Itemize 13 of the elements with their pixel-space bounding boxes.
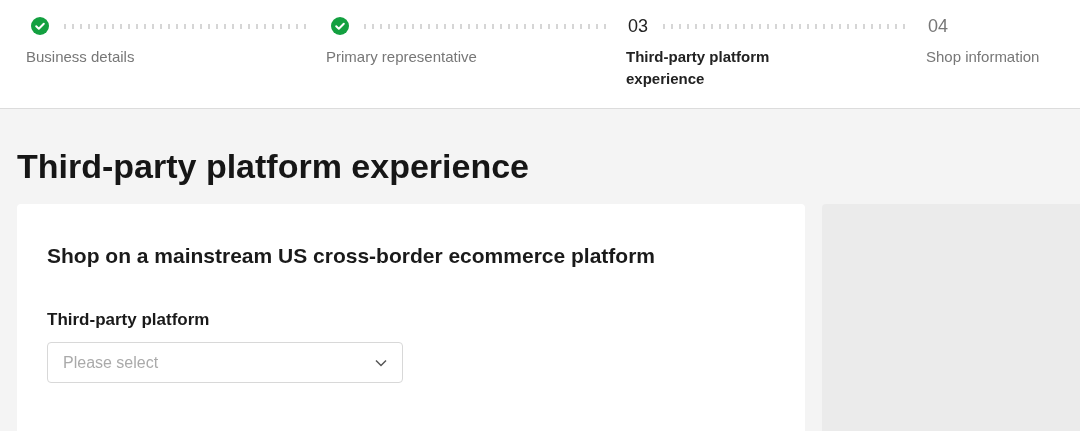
field-label: Third-party platform [47, 310, 211, 330]
step-number: 03 [628, 15, 649, 37]
platform-select[interactable]: Please select [47, 342, 403, 383]
page-title: Third-party platform experience [16, 146, 529, 186]
check-icon [331, 17, 349, 35]
check-icon [31, 17, 49, 35]
step-label[interactable]: Business details [26, 46, 201, 68]
chevron-down-icon [375, 358, 387, 367]
step-label[interactable]: Shop information [926, 46, 1080, 68]
step-number: 04 [928, 15, 949, 37]
step-label[interactable]: Third-party platform experience [626, 46, 801, 90]
step-label[interactable]: Primary representative [326, 46, 501, 68]
section-title: Shop on a mainstream US cross-border ecommerce platform [47, 244, 655, 268]
